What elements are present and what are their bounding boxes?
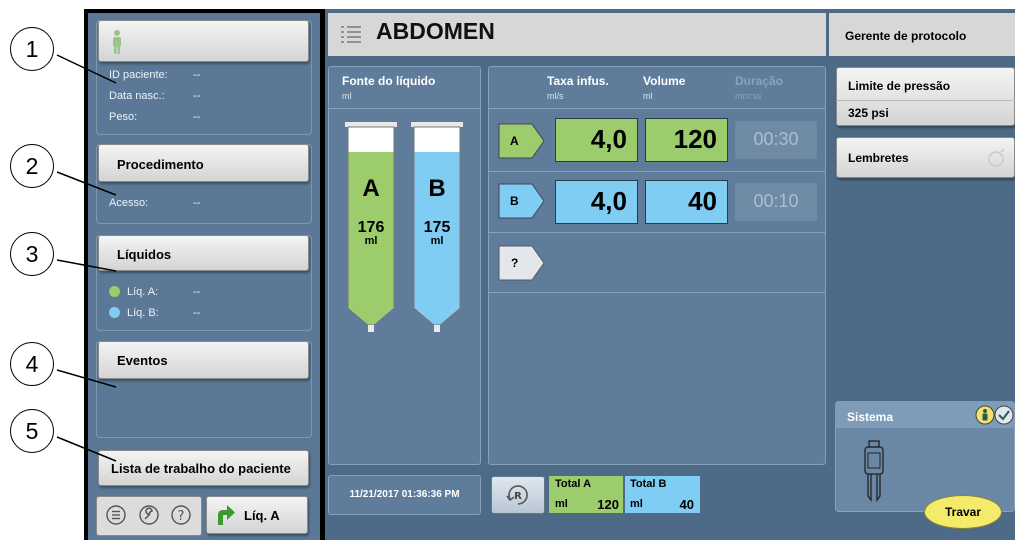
divider — [328, 108, 481, 109]
check-icon — [994, 405, 1014, 425]
duration-unit: mm:ss — [735, 91, 762, 101]
fluid-a-label: Líq. A: — [127, 286, 159, 298]
sidebar-border-right — [320, 9, 325, 540]
list-icon[interactable] — [106, 505, 126, 525]
phase-b-tag-label: B — [510, 194, 519, 208]
svg-text:R: R — [514, 491, 522, 502]
callout-2: 2 — [10, 144, 54, 188]
reminders-button[interactable]: Lembretes — [836, 137, 1015, 178]
divider — [488, 108, 826, 109]
fluid-b-value: -- — [193, 307, 201, 319]
person-icon — [113, 30, 121, 54]
protocol-manager-label: Gerente de protocolo — [845, 29, 967, 43]
pressure-limit-label: Limite de pressão — [848, 79, 951, 93]
fluid-a-button[interactable]: Líq. A — [206, 496, 308, 534]
events-button[interactable]: Eventos — [98, 341, 309, 379]
patient-worklist-button[interactable]: Lista de trabalho do paciente — [98, 450, 309, 486]
syringe-b-letter: B — [428, 175, 446, 202]
fluid-b-dot — [109, 307, 120, 318]
syringe-a-unit: ml — [364, 235, 378, 247]
fluids-button[interactable]: Líquidos — [98, 235, 309, 271]
syringe-b-unit: ml — [430, 235, 444, 247]
patient-status-icon — [975, 405, 995, 425]
callout-4: 4 — [10, 342, 54, 386]
access-label: Acesso: — [109, 197, 149, 209]
injector-head-icon — [864, 440, 884, 502]
rate-header: Taxa infus. — [547, 74, 609, 88]
total-a-label: Total A — [555, 478, 592, 490]
lock-button[interactable]: Travar — [924, 495, 1002, 529]
add-phase-label: ? — [511, 256, 519, 270]
pressure-limit-value: 325 psi — [848, 106, 889, 120]
phase-b-rate[interactable]: 4,0 — [555, 180, 638, 224]
phase-a-tag[interactable] — [498, 123, 545, 159]
pressure-limit-button[interactable]: Limite de pressão 325 psi — [836, 67, 1015, 126]
reset-icon: R — [506, 485, 528, 505]
callout-5: 5 — [10, 409, 54, 453]
patient-button[interactable] — [98, 20, 309, 62]
phase-a-rate[interactable]: 4,0 — [555, 118, 638, 162]
duration-header: Duração — [735, 74, 784, 88]
volume-header: Volume — [643, 74, 686, 88]
reset-button[interactable]: R — [491, 476, 545, 514]
arrow-icon — [218, 505, 235, 525]
callout-3: 3 — [10, 232, 54, 276]
divider — [488, 292, 826, 293]
sidebar-border-top — [84, 9, 325, 13]
fluid-b-label: Líq. B: — [127, 307, 159, 319]
fluid-a-dot — [109, 286, 120, 297]
reminders-label: Lembretes — [848, 151, 909, 165]
datetime-display: 11/21/2017 01:36:36 PM — [349, 489, 460, 500]
fluid-source-unit: ml — [342, 91, 352, 101]
sidebar-border-left — [84, 9, 88, 540]
phase-a-duration: 00:30 — [735, 121, 817, 159]
dob-value: -- — [193, 90, 201, 102]
add-phase-tag[interactable] — [498, 245, 545, 281]
total-a-value: 120 — [597, 497, 619, 512]
total-b-value: 40 — [679, 497, 694, 512]
phase-a-tag-label: A — [510, 134, 519, 148]
help-icon[interactable]: ? — [171, 505, 191, 525]
total-a-unit: ml — [555, 498, 568, 510]
volume-unit: ml — [643, 91, 653, 101]
phase-b-tag[interactable] — [498, 183, 545, 219]
svg-text:?: ? — [178, 509, 185, 524]
access-value: -- — [193, 197, 201, 209]
system-label: Sistema — [847, 410, 894, 424]
rate-unit: ml/s — [547, 91, 564, 101]
patient-id-value: -- — [193, 69, 201, 81]
dob-label: Data nasc.: — [109, 90, 165, 102]
weight-label: Peso: — [109, 111, 138, 123]
total-b-box: Total B ml 40 — [624, 475, 701, 514]
phase-b-duration: 00:10 — [735, 183, 817, 221]
protocol-title: ABDOMEN — [376, 18, 495, 44]
syringe-a-letter: A — [362, 175, 380, 202]
timer-icon — [988, 148, 1005, 167]
divider — [488, 171, 826, 172]
procedure-button[interactable]: Procedimento — [98, 144, 309, 182]
protocol-list-icon — [341, 26, 361, 43]
phase-a-volume[interactable]: 120 — [645, 118, 728, 162]
fluid-a-value: -- — [193, 286, 201, 298]
callout-1: 1 — [10, 27, 54, 71]
patient-id-label: ID paciente: — [109, 69, 168, 81]
total-b-label: Total B — [630, 478, 667, 490]
protocol-manager-button[interactable]: Gerente de protocolo — [829, 13, 1015, 56]
fluid-a-button-label: Líq. A — [244, 508, 280, 523]
phase-b-volume[interactable]: 40 — [645, 180, 728, 224]
wrench-icon[interactable] — [139, 505, 159, 525]
total-b-unit: ml — [630, 498, 643, 510]
fluid-source-title: Fonte do líquido — [342, 74, 436, 88]
weight-value: -- — [193, 111, 201, 123]
total-a-box: Total A ml 120 — [548, 475, 624, 514]
divider — [488, 232, 826, 233]
divider — [836, 100, 1015, 101]
